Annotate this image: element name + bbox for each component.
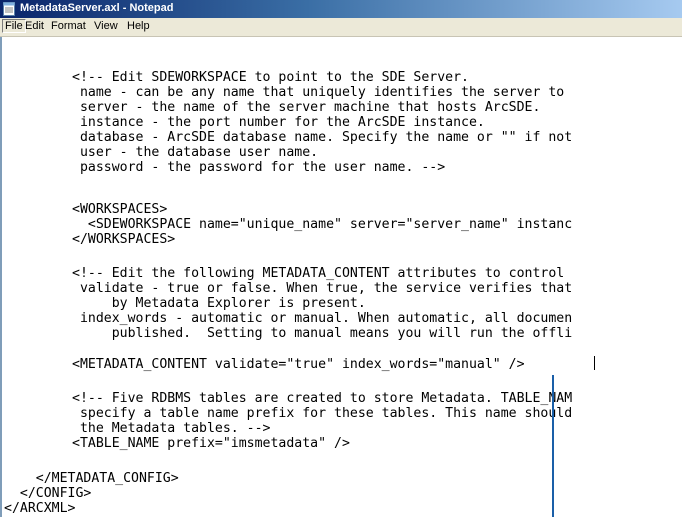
menu-view[interactable]: View (92, 20, 120, 32)
code-line: <!-- Five RDBMS tables are created to st… (72, 391, 573, 406)
code-line: specify a table name prefix for these ta… (72, 406, 573, 421)
code-line: <SDEWORKSPACE name="unique_name" server=… (72, 217, 573, 232)
code-line: published. Setting to manual means you w… (72, 326, 573, 341)
code-line: <!-- Edit the following METADATA_CONTENT… (72, 266, 573, 281)
code-line: validate - true or false. When true, the… (72, 281, 573, 296)
title-bar[interactable]: MetadataServer.axl - Notepad (0, 0, 682, 18)
menu-format[interactable]: Format (49, 20, 88, 32)
code-line: </ARCXML> (4, 501, 76, 516)
code-line: the Metadata tables. --> (72, 421, 271, 436)
code-line: database - ArcSDE database name. Specify… (72, 130, 573, 145)
code-line: server - the name of the server machine … (72, 100, 541, 115)
window-title: MetadataServer.axl - Notepad (20, 2, 174, 14)
code-line: </METADATA_CONFIG> (4, 471, 179, 486)
code-line: <METADATA_CONTENT validate="true" index_… (72, 357, 525, 372)
menu-help[interactable]: Help (125, 20, 152, 32)
text-caret (594, 356, 595, 370)
code-line: <TABLE_NAME prefix="imsmetadata" /> (72, 436, 350, 451)
code-line: index_words - automatic or manual. When … (72, 311, 573, 326)
code-line: user - the database user name. (72, 145, 319, 160)
notepad-icon (3, 2, 15, 16)
menu-bar: File Edit Format View Help (0, 18, 682, 37)
code-line: name - can be any name that uniquely ide… (72, 85, 573, 100)
text-editor[interactable]: <!-- Edit SDEWORKSPACE to point to the S… (0, 37, 680, 517)
code-line: by Metadata Explorer is present. (72, 296, 366, 311)
code-line: </CONFIG> (4, 486, 92, 501)
callout-line (552, 375, 554, 517)
code-line: instance - the port number for the ArcSD… (72, 115, 485, 130)
code-line: </WORKSPACES> (72, 232, 176, 247)
menu-edit[interactable]: Edit (23, 20, 46, 32)
code-line: <WORKSPACES> (72, 202, 168, 217)
notepad-window: MetadataServer.axl - Notepad File Edit F… (0, 0, 682, 517)
code-line: password - the password for the user nam… (72, 160, 446, 175)
code-line: <!-- Edit SDEWORKSPACE to point to the S… (72, 70, 469, 85)
